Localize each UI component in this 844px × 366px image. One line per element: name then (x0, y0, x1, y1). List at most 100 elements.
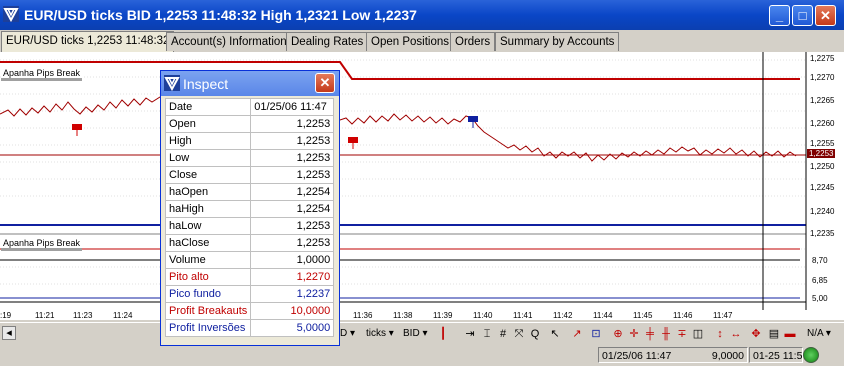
price-axis-label: 1,2255 (810, 139, 835, 148)
period-dropdown[interactable]: ticks ▾ (366, 328, 394, 339)
app-logo-icon (164, 75, 180, 91)
inspect-value: 1,2253 (250, 132, 335, 150)
inspect-window: Inspect ✕ Date 01/25/06 11:47 Open 1,2253 Hi… (160, 70, 340, 346)
time-axis-label: 11:46 (673, 311, 693, 320)
close-button[interactable]: ✕ (815, 5, 836, 26)
indicator-label-top: Apanha Pips Break (1, 68, 83, 81)
vertical-arrow-icon[interactable]: ↕ (714, 328, 726, 340)
inspect-key: Low (164, 149, 252, 167)
time-axis-label: 11:23 (73, 311, 93, 320)
inspect-key: Profit Inversões (164, 319, 252, 337)
crosshair-icon[interactable]: ✛ (628, 328, 640, 340)
time-axis-label: 11:38 (393, 311, 413, 320)
channel-icon[interactable]: ◫ (692, 328, 704, 340)
tab-summary-by-accounts[interactable]: Summary by Accounts (495, 32, 620, 51)
price-chart[interactable]: Apanha Pips Break Apanha Pips Break 1,22… (0, 52, 844, 320)
inspect-value: 1,2253 (250, 149, 335, 167)
inspect-row: Profit Breakauts 10,0000 (164, 302, 335, 320)
sell-marker[interactable] (72, 124, 82, 130)
inspect-row: haOpen 1,2254 (164, 183, 335, 201)
maximize-button[interactable]: □ (792, 5, 813, 26)
status-cursor-field: 01/25/06 11:47 9,0000 (598, 347, 748, 363)
inspect-row: Date 01/25/06 11:47 (164, 98, 335, 116)
window-title: EUR/USD ticks BID 1,2253 11:48:32 High 1… (24, 7, 417, 23)
resize-icon[interactable]: ✥ (750, 328, 762, 340)
time-axis-label: 11:44 (593, 311, 613, 320)
time-axis-label: 11:21 (35, 311, 55, 320)
grid-icon[interactable]: # (497, 328, 509, 340)
inspect-value: 1,2270 (250, 268, 335, 286)
draw-tool-icon[interactable]: ↗ (571, 328, 583, 340)
inspect-key: High (164, 132, 252, 150)
time-axis-label: 11:45 (633, 311, 653, 320)
instrument-dropdown[interactable]: D ▾ (340, 328, 355, 339)
cursor-icon[interactable]: ↖ (549, 328, 561, 340)
lower-axis-label: 5,00 (812, 294, 828, 303)
inspect-title: Inspect (183, 76, 229, 92)
inspect-value: 1,2254 (250, 183, 335, 201)
scale-icon[interactable]: ⤧ (513, 328, 525, 340)
scroll-left-icon[interactable]: ◂ (2, 326, 16, 340)
chart-canvas (0, 52, 807, 310)
sell-marker[interactable] (348, 137, 358, 143)
window-titlebar: EUR/USD ticks BID 1,2253 11:48:32 High 1… (0, 0, 844, 30)
price-axis-label: 1,2250 (810, 162, 835, 171)
inspect-row: Low 1,2253 (164, 149, 335, 167)
inspect-titlebar[interactable]: Inspect ✕ (161, 71, 339, 96)
fibonacci-icon[interactable]: ∓ (676, 328, 688, 340)
horizontal-arrow-icon[interactable]: ↔ (730, 328, 742, 340)
shape-tool-icon[interactable]: ⊡ (590, 328, 602, 340)
line-style-icon[interactable]: ▬ (784, 328, 796, 340)
inspect-value: 5,0000 (250, 319, 335, 337)
inspect-value: 10,0000 (250, 302, 335, 320)
inspect-key: Volume (164, 251, 252, 269)
hline-icon[interactable]: ╪ (644, 328, 656, 340)
price-axis-label: 1,2275 (810, 54, 835, 63)
inspect-key: Date (164, 98, 252, 116)
inspect-value: 1,2253 (250, 234, 335, 252)
buy-marker[interactable] (468, 116, 478, 122)
inspect-row: haClose 1,2253 (164, 234, 335, 252)
minimize-button[interactable]: _ (769, 5, 790, 26)
current-price-tag: 1,2253 (807, 149, 836, 158)
tab-bar: EUR/USD ticks 1,2253 11:48:32 Account(s)… (0, 30, 844, 52)
chart-toolbar: ◂ D ▾ ticks ▾ BID ▾ ┃ ⇥ ⌶ # ⤧ Q ↖ ↗ ⊡ ⊕ … (0, 322, 844, 345)
time-axis-label: 11:36 (353, 311, 373, 320)
inspect-row: Open 1,2253 (164, 115, 335, 133)
inspect-key: Pico fundo (164, 285, 252, 303)
time-axis-label: 11:47 (713, 311, 733, 320)
lower-axis-label: 6,85 (812, 276, 828, 285)
vline-icon[interactable]: ╫ (660, 328, 672, 340)
time-axis-label: 11:41 (513, 311, 533, 320)
zoom-icon[interactable]: ⊕ (612, 328, 624, 340)
q-icon[interactable]: Q (529, 328, 541, 340)
tab-eurusd-ticks[interactable]: EUR/USD ticks 1,2253 11:48:32 (1, 31, 175, 52)
inspect-key: haHigh (164, 200, 252, 218)
inspect-key: Profit Breakauts (164, 302, 252, 320)
status-cursor-value: 9,0000 (711, 350, 744, 362)
status-server-time: 01-25 11:50:00 (749, 347, 803, 363)
tab-dealing-rates[interactable]: Dealing Rates (286, 32, 369, 51)
tab-orders[interactable]: Orders (450, 32, 496, 51)
scroll-end-icon[interactable]: ⇥ (464, 328, 476, 340)
inspect-row: Pico fundo 1,2237 (164, 285, 335, 303)
price-axis-label: 1,2260 (810, 119, 835, 128)
inspect-row: haLow 1,2253 (164, 217, 335, 235)
properties-icon[interactable]: ▤ (768, 328, 780, 340)
na-dropdown[interactable]: N/A ▾ (807, 328, 831, 339)
tab-account-information[interactable]: Account(s) Information (166, 32, 292, 51)
inspect-close-button[interactable]: ✕ (315, 73, 335, 93)
price-axis-label: 1,2240 (810, 207, 835, 216)
inspect-row: High 1,2253 (164, 132, 335, 150)
status-cursor-time: 01/25/06 11:47 (602, 350, 672, 362)
time-axis-label: 11:40 (473, 311, 493, 320)
inspect-key: haClose (164, 234, 252, 252)
price-type-dropdown[interactable]: BID ▾ (403, 328, 427, 339)
zoom-fit-icon[interactable]: ⌶ (481, 328, 493, 340)
price-axis-label: 1,2270 (810, 73, 835, 82)
inspect-value: 1,2253 (250, 166, 335, 184)
tab-open-positions[interactable]: Open Positions (366, 32, 454, 51)
inspect-key: Pito alto (164, 268, 252, 286)
inspect-key: haLow (164, 217, 252, 235)
candle-type-icon[interactable]: ┃ (437, 328, 449, 340)
